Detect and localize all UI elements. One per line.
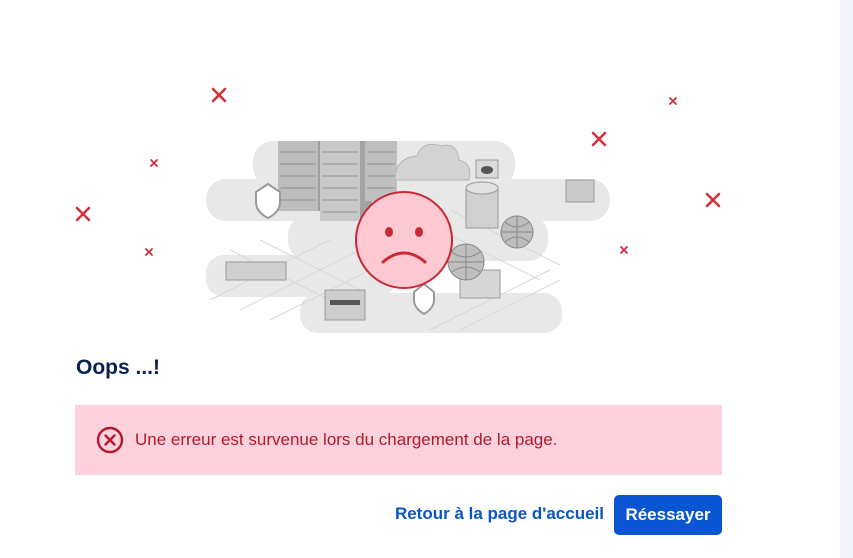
error-alert: Une erreur est survenue lors du chargeme… [75,405,722,475]
page-title: Oops ...! [76,356,160,379]
sad-face-icon [355,191,453,289]
error-message: Une erreur est survenue lors du chargeme… [135,430,558,449]
error-page: Oops ...! Une erreur est survenue lors d… [0,0,853,558]
action-bar: Retour à la page d'accueil Réessayer [0,495,722,535]
home-link[interactable]: Retour à la page d'accueil [395,504,604,524]
error-illustration [75,87,721,333]
shield-icon [255,182,281,220]
error-circle-x-icon [96,426,124,454]
retry-button[interactable]: Réessayer [614,495,722,535]
